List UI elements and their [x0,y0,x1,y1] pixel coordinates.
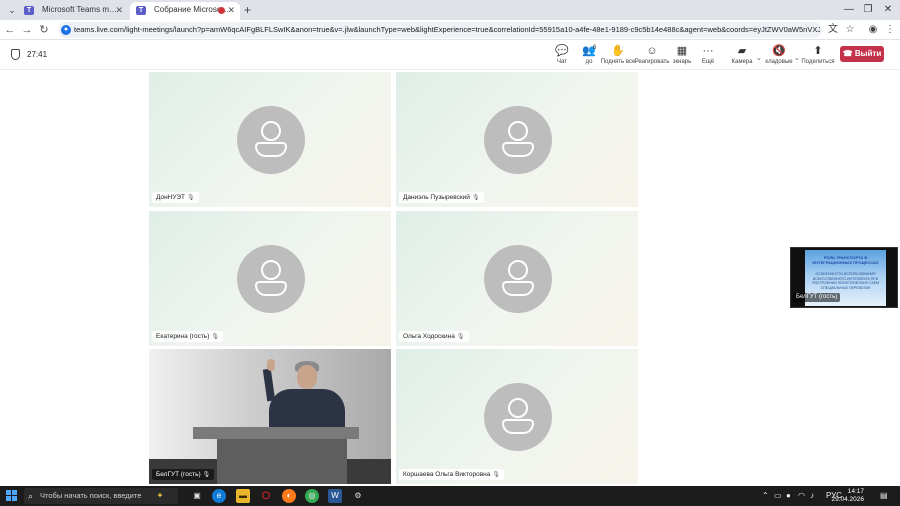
copilot-sparkle-icon[interactable]: ✦ [153,489,167,503]
word-icon[interactable]: W [328,489,342,503]
participant-name: Екатерина (гость) 🎙 [152,331,223,342]
share-button[interactable]: ⬆ Поделиться [800,44,836,70]
camera-button[interactable]: ▰ Камера [724,44,760,70]
mic-muted-icon: 🎙 [211,334,219,340]
raise-hand-button[interactable]: ✋ Поднять все [600,44,636,70]
notifications-icon[interactable]: ▤ [880,490,888,502]
task-view-icon[interactable]: ▣ [190,489,204,503]
camera-off-icon: ▰ [737,45,747,57]
close-window-icon[interactable]: ✕ [880,2,896,18]
restore-icon[interactable]: ❐ [860,2,876,18]
shared-content-pip[interactable]: РОЛЬ ТРАНСПОРТА В ИНТЕГРАЦИОННЫХ ПРОЦЕСС… [790,247,898,308]
close-tab-icon[interactable]: ✕ [227,2,235,18]
participant-tile[interactable]: Коршаева Ольга Викторовна 🎙 [395,348,639,485]
windows-start-icon[interactable] [6,490,17,501]
participant-name: ДонНУЭТ 🎙 [152,192,199,203]
mic-muted-icon: 🎙 [202,472,211,478]
mic-muted-icon: 🎙 [471,195,480,201]
participant-name: БелГУТ (гость) 🎙 [152,469,215,480]
podium [193,427,359,439]
close-tab-icon[interactable]: ✕ [115,2,123,18]
url-field[interactable]: ● teams.live.com/light-meetings/launch?p… [58,22,822,38]
minimize-icon[interactable]: — [841,2,857,18]
settings-gear-icon[interactable]: ⚙ [351,489,365,503]
meeting-timer: 27:41 [27,50,48,59]
reload-icon[interactable]: ↻ [37,22,51,38]
chrome-icon[interactable]: ◎ [305,489,319,503]
forward-icon[interactable]: → [20,22,34,38]
firefox-icon[interactable]: ◐ [282,489,296,503]
taskbar-clock[interactable]: 14:17 29.04.2026 [812,488,864,504]
bookmark-star-icon[interactable]: ☆ [843,23,857,37]
site-info-icon[interactable]: ● [61,25,71,35]
mic-off-icon: 🔇 [772,45,786,57]
participant-name: Коршаева Ольга Викторовна 🎙 [399,469,504,480]
leave-button[interactable]: ☎ Выйти [840,46,884,62]
participant-name: Ольга Ходоскина 🎙 [399,331,469,342]
tab-teams-meeting[interactable]: T Microsoft Teams meeting | Micr ✕ [18,2,128,20]
more-button[interactable]: ··· Ещё [690,44,726,70]
raise-hand-icon: ✋ [611,45,625,57]
mic-muted-icon: 🎙 [492,472,500,478]
browser-tab-bar: ⌄ T Microsoft Teams meeting | Micr ✕ T С… [0,0,900,20]
back-icon[interactable]: ← [3,22,17,38]
teams-favicon-icon: T [24,6,34,15]
file-explorer-icon[interactable]: ▬ [236,489,250,503]
shield-icon [11,49,20,60]
new-tab-button[interactable]: + [244,2,251,18]
meeting-toolbar: 27:41 💬 Чат 👥 6 до ✋ Поднять все ☺ Реаги… [0,40,900,70]
opera-icon[interactable]: O [259,489,273,503]
avatar [484,383,552,451]
windows-taskbar: ⌕ Чтобы начать поиск, введите ✦ ▣ e ▬ O … [0,486,900,506]
teams-favicon-icon: T [136,6,146,15]
participant-tile[interactable]: ДонНУЭТ 🎙 [148,71,392,208]
mic-button[interactable]: 🔇 кладовые [761,44,797,70]
search-icon: ⌕ [28,491,34,501]
speaker-figure [269,389,345,429]
network-icon[interactable]: ▭ [774,490,782,502]
participant-tile[interactable]: Екатерина (гость) 🎙 [148,210,392,347]
avatar [237,106,305,174]
video-stage: ДонНУЭТ 🎙 Даниэль Пузыревский 🎙 Екатерина … [0,70,900,486]
avatar [484,106,552,174]
participant-count: 6 [593,45,597,51]
more-icon: ··· [702,45,714,57]
tab-teams-meeting-active[interactable]: T Собрание Microsoft Teams ✕ [130,2,240,20]
mic-muted-icon: 🎙 [187,195,195,201]
pip-participant-name: БелГУТ (гость) [793,293,841,302]
mic-options-chevron-icon[interactable]: ⌄ [794,54,800,62]
phone-hangup-icon: ☎ [842,49,853,58]
tray-chevron-icon[interactable]: ⌃ [762,490,769,502]
participant-name: Даниэль Пузыревский 🎙 [399,192,484,203]
avatar [484,245,552,313]
wifi-icon[interactable]: ◠ [798,490,805,502]
address-bar-row: ← → ↻ ● teams.live.com/light-meetings/la… [0,20,900,40]
participant-tile[interactable]: Даниэль Пузыревский 🎙 [395,71,639,208]
participant-video-tile[interactable]: БелГУТ (гость) 🎙 [148,348,392,485]
mic-tray-icon[interactable]: ● [786,490,791,502]
avatar [237,245,305,313]
profile-icon[interactable]: ◉ [866,23,880,37]
mic-muted-icon: 🎙 [456,334,465,340]
browser-menu-icon[interactable]: ⋮ [883,23,897,37]
participant-tile[interactable]: Ольга Ходоскина 🎙 [395,210,639,347]
translate-icon[interactable]: 文 [826,23,840,37]
edge-icon[interactable]: e [212,489,226,503]
recording-indicator-icon [218,7,225,14]
share-icon: ⬆ [813,45,823,57]
